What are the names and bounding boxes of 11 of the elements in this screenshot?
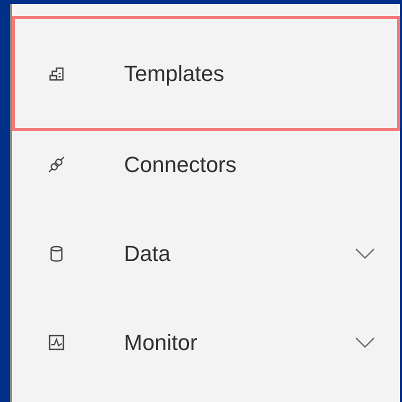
highlighted-nav-item[interactable]: Templates [12, 16, 400, 131]
nav-label: Connectors [124, 151, 237, 179]
nav-label: Templates [124, 60, 224, 88]
nav-label: Data [124, 240, 170, 268]
plug-icon [48, 156, 65, 173]
nav-item[interactable]: Data [12, 209, 400, 298]
templates-icon [48, 65, 65, 82]
nav-item[interactable]: Monitor [12, 298, 400, 387]
nav-label: Monitor [124, 329, 198, 357]
cylinder-icon [48, 245, 65, 262]
chart-icon [48, 334, 65, 351]
